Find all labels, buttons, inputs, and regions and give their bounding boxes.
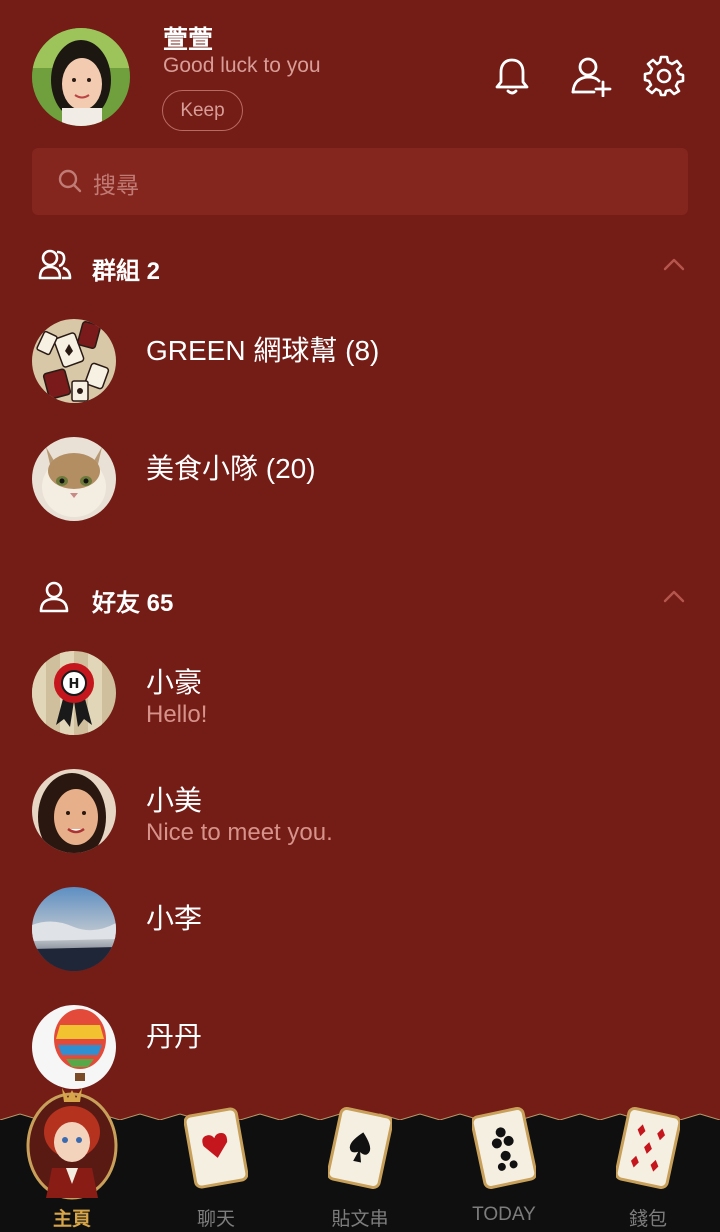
group-avatar-cards bbox=[32, 319, 116, 403]
friend-avatar-photo bbox=[32, 769, 116, 853]
friend-icon bbox=[39, 581, 69, 613]
club-card-icon bbox=[472, 1106, 536, 1190]
friend-name: 小豪 bbox=[146, 667, 203, 698]
list-item-friend[interactable]: 小美 Nice to meet you. bbox=[0, 769, 720, 869]
friend-avatar-balloon bbox=[32, 1005, 116, 1089]
search-bar[interactable]: 搜尋 bbox=[32, 148, 688, 215]
chevron-up-icon[interactable] bbox=[663, 256, 685, 272]
profile-status-message: Good luck to you bbox=[163, 54, 321, 77]
bell-icon[interactable] bbox=[491, 55, 533, 97]
bottom-tab-bar: 主頁 聊天 貼文串 TODAY 錢包 bbox=[0, 1088, 720, 1232]
groups-section-header[interactable]: 群組 2 bbox=[0, 246, 720, 286]
profile-header: 萱萱 Good luck to you Keep bbox=[0, 0, 720, 140]
list-item-group-green[interactable]: GREEN 網球幫 (8) bbox=[0, 319, 720, 419]
friend-avatar-ribbon: H bbox=[32, 651, 116, 735]
keep-button[interactable]: Keep bbox=[162, 90, 243, 131]
group-name: 美食小隊 (20) bbox=[146, 453, 316, 484]
friend-name: 小美 bbox=[146, 785, 203, 816]
tab-label: 聊天 bbox=[196, 1209, 235, 1230]
tab-label: 錢包 bbox=[628, 1209, 667, 1230]
home-character-icon bbox=[26, 1088, 118, 1200]
friend-avatar-sky bbox=[32, 887, 116, 971]
spade-card-icon bbox=[328, 1106, 392, 1190]
friend-status: Nice to meet you. bbox=[146, 819, 333, 846]
profile-name: 萱萱 bbox=[163, 26, 214, 54]
profile-avatar[interactable] bbox=[32, 28, 130, 126]
friend-name: 丹丹 bbox=[146, 1021, 203, 1052]
list-item-group-food[interactable]: 美食小隊 (20) bbox=[0, 437, 720, 537]
tab-wallet[interactable]: 錢包 bbox=[576, 1106, 720, 1232]
tab-timeline[interactable]: 貼文串 bbox=[288, 1106, 432, 1232]
friend-status: Hello! bbox=[146, 701, 208, 728]
settings-gear-icon[interactable] bbox=[643, 55, 685, 97]
friends-section-title: 好友 65 bbox=[92, 590, 174, 617]
groups-section-title: 群組 2 bbox=[92, 258, 161, 285]
diamond-card-icon bbox=[616, 1106, 680, 1190]
chevron-up-icon[interactable] bbox=[663, 588, 685, 604]
tab-chat[interactable]: 聊天 bbox=[144, 1107, 288, 1232]
list-item-friend[interactable]: H 小豪 Hello! bbox=[0, 651, 720, 751]
list-item-friend[interactable]: 小李 bbox=[0, 887, 720, 987]
friend-name: 小李 bbox=[146, 903, 203, 934]
group-name: GREEN 網球幫 (8) bbox=[146, 335, 380, 366]
group-icon bbox=[38, 249, 72, 280]
add-friend-icon[interactable] bbox=[570, 55, 612, 97]
friends-section-header[interactable]: 好友 65 bbox=[0, 578, 720, 618]
tab-label: 貼文串 bbox=[331, 1209, 389, 1230]
tab-label: 主頁 bbox=[52, 1209, 91, 1230]
svg-text:H: H bbox=[69, 677, 80, 692]
heart-card-icon bbox=[184, 1107, 248, 1189]
search-placeholder: 搜尋 bbox=[93, 172, 139, 198]
group-avatar-cat bbox=[32, 437, 116, 521]
tab-home[interactable]: 主頁 bbox=[0, 1088, 144, 1232]
search-icon bbox=[58, 169, 82, 193]
tab-today[interactable]: TODAY bbox=[432, 1106, 576, 1232]
tab-label: TODAY bbox=[472, 1204, 536, 1225]
